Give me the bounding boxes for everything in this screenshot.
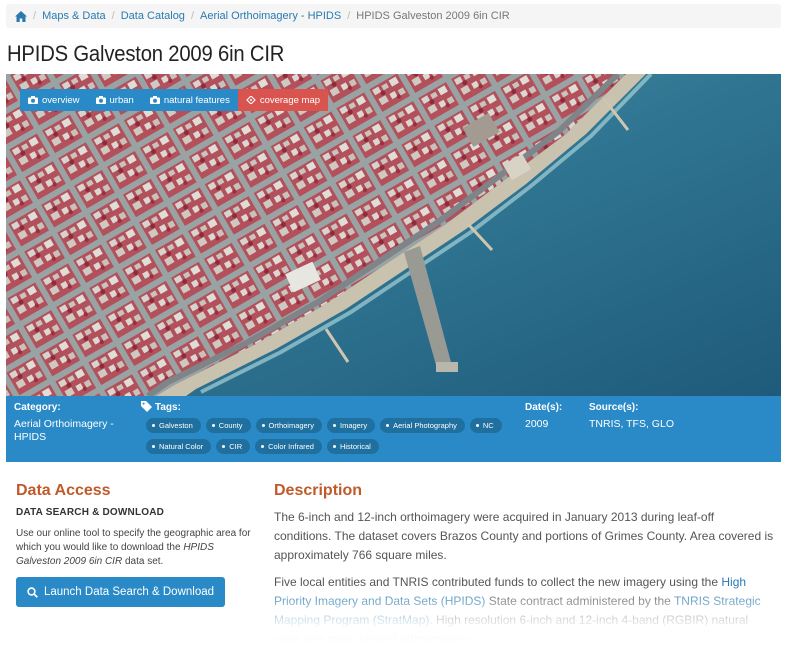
tags-label: Tags: <box>155 402 181 413</box>
tag-imagery[interactable]: Imagery <box>326 418 376 433</box>
tag-historical[interactable]: Historical <box>326 439 379 454</box>
tag-bullet <box>386 424 390 427</box>
home-icon[interactable] <box>15 10 27 22</box>
tag-aerial-photography[interactable]: Aerial Photography <box>380 418 465 433</box>
tag-color-infrared[interactable]: Color Infrared <box>255 439 322 454</box>
tab-coverage-map-label: coverage map <box>259 94 321 106</box>
breadcrumb: / Maps & Data / Data Catalog / Aerial Or… <box>6 4 781 28</box>
tag-bullet <box>222 445 226 448</box>
data-access-subtitle: DATA SEARCH & DOWNLOAD <box>16 507 165 518</box>
tag-nc[interactable]: NC <box>469 418 502 433</box>
tag-bullet <box>332 424 336 427</box>
data-access-text-prefix: Use our online tool to specify the geogr… <box>16 528 251 553</box>
breadcrumb-current: HPIDS Galveston 2009 6in CIR <box>356 10 510 22</box>
tab-natural-features[interactable]: natural features <box>141 89 238 111</box>
description-paragraph-2: Five local entities and TNRIS contribute… <box>274 573 774 646</box>
tag-label: Orthoimagery <box>268 421 314 430</box>
tab-coverage-map[interactable]: coverage map <box>237 89 329 111</box>
dataset-metadata: Category: Aerial Orthoimagery - HPIDS Ta… <box>6 396 781 462</box>
description-text: Five local entities and TNRIS contribute… <box>274 575 722 589</box>
tag-bullet <box>332 445 336 448</box>
tag-bullet <box>261 445 265 448</box>
tab-urban-label: urban <box>109 94 134 106</box>
tag-label: CIR <box>229 442 243 451</box>
category-label: Category: <box>14 402 61 413</box>
launch-data-search-button[interactable]: Launch Data Search & Download <box>16 577 225 607</box>
breadcrumb-separator: / <box>111 10 115 22</box>
hero-aerial-image: overview urban natural features coverage… <box>6 74 781 396</box>
launch-data-search-label: Launch Data Search & Download <box>43 586 215 598</box>
sources-label: Source(s): <box>589 402 639 413</box>
aerial-photo <box>6 74 781 396</box>
tab-overview[interactable]: overview <box>20 89 88 111</box>
description-body: The 6-inch and 12-inch orthoimagery were… <box>274 508 774 646</box>
tag-icon <box>141 401 152 412</box>
breadcrumb-separator: / <box>190 10 194 22</box>
breadcrumb-maps-data[interactable]: Maps & Data <box>42 10 106 22</box>
tag-bullet <box>475 424 479 427</box>
tag-galveston[interactable]: Galveston <box>146 418 201 433</box>
tag-label: Natural Color <box>159 442 204 451</box>
tag-orthoimagery[interactable]: Orthoimagery <box>255 418 322 433</box>
data-access-heading: Data Access <box>16 482 111 499</box>
search-icon <box>27 586 38 598</box>
breadcrumb-separator: / <box>347 10 351 22</box>
category-value: Aerial Orthoimagery - HPIDS <box>14 418 114 443</box>
tab-natural-features-label: natural features <box>163 94 230 106</box>
breadcrumb-data-catalog[interactable]: Data Catalog <box>121 10 185 22</box>
tag-cir[interactable]: CIR <box>216 439 251 454</box>
camera-icon <box>149 96 160 104</box>
image-tabbar: overview urban natural features coverage… <box>20 89 329 111</box>
tag-label: Color Infrared <box>268 442 314 451</box>
tag-label: County <box>218 421 243 430</box>
dates-value: 2009 <box>525 418 549 430</box>
tag-list: Galveston County Orthoimagery Imagery Ae… <box>146 418 516 460</box>
data-access-text: Use our online tool to specify the geogr… <box>16 527 256 569</box>
breadcrumb-aerial-orthoimagery[interactable]: Aerial Orthoimagery - HPIDS <box>200 10 341 22</box>
tag-county[interactable]: County <box>205 418 251 433</box>
camera-icon <box>28 96 38 104</box>
description-paragraph-1: The 6-inch and 12-inch orthoimagery were… <box>274 510 774 562</box>
tag-bullet <box>152 424 155 427</box>
map-marker-icon <box>246 96 256 104</box>
description-text: State contract administered by the <box>485 594 674 608</box>
data-access-text-suffix: data set. <box>122 556 164 567</box>
tag-bullet <box>261 424 265 427</box>
tab-urban[interactable]: urban <box>87 89 142 111</box>
breadcrumb-separator: / <box>33 10 37 22</box>
dates-label: Date(s): <box>525 402 563 413</box>
page-title: HPIDS Galveston 2009 6in CIR <box>7 41 285 66</box>
tag-bullet <box>152 445 155 448</box>
description-heading: Description <box>274 482 363 499</box>
tag-bullet <box>211 424 215 427</box>
tab-overview-label: overview <box>42 94 80 106</box>
tag-label: Imagery <box>339 421 368 430</box>
tag-label: NC <box>482 421 494 430</box>
sources-value: TNRIS, TFS, GLO <box>589 418 674 430</box>
tag-label: Historical <box>339 442 371 451</box>
camera-icon <box>95 96 106 104</box>
tag-label: Galveston <box>159 421 193 430</box>
tag-label: Aerial Photography <box>393 421 457 430</box>
tag-natural-color[interactable]: Natural Color <box>146 439 212 454</box>
